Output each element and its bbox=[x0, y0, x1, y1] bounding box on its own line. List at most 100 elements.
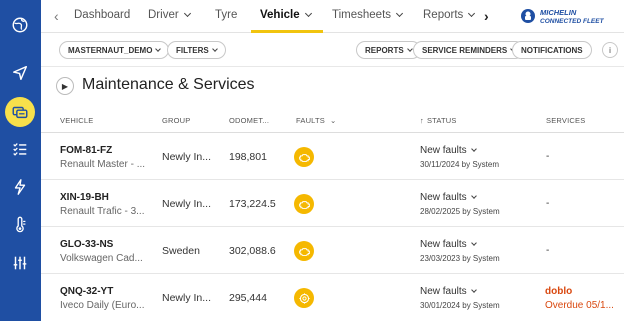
tab-label: Reports bbox=[423, 9, 464, 21]
nav-scroll-left-icon[interactable]: ‹ bbox=[54, 8, 59, 24]
status-date: 28/02/2025 by System bbox=[420, 207, 500, 216]
status-label: New faults bbox=[420, 239, 467, 250]
vehicle-plate[interactable]: XIN-19-BH bbox=[60, 192, 109, 203]
tab-vehicle[interactable]: Vehicle bbox=[260, 9, 312, 21]
checklist-icon[interactable] bbox=[5, 134, 35, 164]
filter-bar: MASTERNAUT_DEMO FILTERS REPORTS SERVICE … bbox=[41, 33, 624, 67]
column-header-vehicle[interactable]: VEHICLE bbox=[60, 116, 94, 125]
lightning-icon[interactable] bbox=[5, 172, 35, 202]
account-label: MASTERNAUT_DEMO bbox=[68, 45, 153, 55]
status-date: 30/01/2024 by System bbox=[420, 301, 500, 310]
tab-reports[interactable]: Reports bbox=[423, 9, 476, 21]
chevron-down-icon bbox=[468, 9, 476, 18]
sidebar bbox=[0, 0, 41, 321]
brand-line2: CONNECTED FLEET bbox=[540, 18, 605, 25]
vehicle-plate[interactable]: FOM-81-FZ bbox=[60, 145, 112, 156]
sort-down-icon: ⌄ bbox=[330, 116, 337, 125]
chevron-right-icon: ▶ bbox=[61, 81, 69, 91]
chevron-down-icon bbox=[470, 240, 477, 246]
status-dropdown[interactable]: New faults bbox=[420, 239, 477, 250]
table-row[interactable]: FOM-81-FZ Renault Master - ... Newly In.… bbox=[41, 133, 624, 180]
odometer-value: 295,444 bbox=[229, 292, 267, 304]
column-header-services[interactable]: SERVICES bbox=[546, 116, 585, 125]
chevron-down-icon bbox=[395, 9, 404, 18]
chevron-down-icon bbox=[211, 46, 218, 52]
status-dropdown[interactable]: New faults bbox=[420, 145, 477, 156]
filters-label: FILTERS bbox=[176, 45, 209, 55]
vehicle-model: Renault Trafic - 3... bbox=[60, 206, 145, 217]
engine-fault-icon[interactable] bbox=[294, 241, 314, 261]
notifications-label: NOTIFICATIONS bbox=[521, 45, 583, 55]
column-header-faults[interactable]: FAULTS ⌄ bbox=[296, 116, 336, 125]
chevron-down-icon bbox=[155, 46, 162, 52]
sort-up-icon: ↑ bbox=[420, 116, 424, 125]
engine-fault-icon[interactable] bbox=[294, 194, 314, 214]
table-header: VEHICLE GROUP ODOMET... FAULTS ⌄ ↑ STATUS … bbox=[41, 108, 624, 133]
notifications-button[interactable]: NOTIFICATIONS bbox=[512, 41, 592, 59]
tab-label: Tyre bbox=[215, 9, 238, 21]
service-overdue-text: Overdue 05/1... bbox=[545, 300, 614, 311]
status-header-label: STATUS bbox=[426, 116, 457, 125]
filters-button[interactable]: FILTERS bbox=[167, 41, 226, 59]
info-icon[interactable]: i bbox=[602, 42, 618, 58]
navigation-arrow-icon[interactable] bbox=[5, 58, 35, 88]
nav-scroll-right-icon[interactable]: › bbox=[484, 8, 489, 24]
engine-fault-icon[interactable] bbox=[294, 147, 314, 167]
column-header-group[interactable]: GROUP bbox=[162, 116, 191, 125]
status-label: New faults bbox=[420, 192, 467, 203]
table-row[interactable]: GLO-33-NS Volkswagen Cad... Sweden 302,0… bbox=[41, 227, 624, 274]
vehicles-icon[interactable] bbox=[5, 97, 35, 127]
chevron-down-icon bbox=[470, 193, 477, 199]
service-reminders-dropdown[interactable]: SERVICE REMINDERS bbox=[413, 41, 525, 59]
table-row[interactable]: QNQ-32-YT Iveco Daily (Euro... Newly In.… bbox=[41, 274, 624, 321]
michelin-connected-fleet-logo: MICHELIN CONNECTED FLEET bbox=[520, 6, 620, 26]
brand-line1: MICHELIN bbox=[540, 8, 577, 17]
status-label: New faults bbox=[420, 145, 467, 156]
chevron-down-icon bbox=[470, 287, 477, 293]
vehicle-model: Volkswagen Cad... bbox=[60, 253, 143, 264]
top-navigation: ‹ Dashboard Driver Tyre Vehicle Timeshee… bbox=[41, 0, 624, 33]
service-reminders-label: SERVICE REMINDERS bbox=[422, 45, 508, 55]
globe-icon[interactable] bbox=[5, 10, 35, 40]
account-selector[interactable]: MASTERNAUT_DEMO bbox=[59, 41, 170, 59]
service-name-link[interactable]: doblo bbox=[545, 286, 572, 297]
tab-label: Timesheets bbox=[332, 9, 392, 21]
vehicle-plate[interactable]: GLO-33-NS bbox=[60, 239, 113, 250]
column-header-odometer[interactable]: ODOMET... bbox=[229, 116, 269, 125]
tab-label: Vehicle bbox=[260, 9, 300, 21]
tab-timesheets[interactable]: Timesheets bbox=[332, 9, 404, 21]
vehicle-group: Newly In... bbox=[162, 198, 212, 210]
vehicle-group: Newly In... bbox=[162, 292, 212, 304]
tab-tyre[interactable]: Tyre bbox=[215, 9, 237, 21]
status-date: 30/11/2024 by System bbox=[420, 160, 500, 169]
sliders-icon[interactable] bbox=[5, 248, 35, 278]
expand-panel-button[interactable]: ▶ bbox=[56, 77, 74, 95]
tab-driver[interactable]: Driver bbox=[148, 9, 191, 21]
vehicle-plate[interactable]: QNQ-32-YT bbox=[60, 286, 113, 297]
vehicle-model: Renault Master - ... bbox=[60, 159, 146, 170]
chevron-down-icon bbox=[304, 9, 312, 18]
chevron-down-icon bbox=[470, 146, 477, 152]
chevron-down-icon bbox=[406, 46, 413, 52]
tab-label: Dashboard bbox=[74, 9, 131, 21]
thermometer-icon[interactable] bbox=[5, 210, 35, 240]
tyre-fault-icon[interactable] bbox=[294, 288, 314, 308]
reports-dropdown[interactable]: REPORTS bbox=[356, 41, 421, 59]
tab-dashboard[interactable]: Dashboard bbox=[74, 9, 130, 21]
status-dropdown[interactable]: New faults bbox=[420, 192, 477, 203]
odometer-value: 173,224.5 bbox=[229, 198, 276, 210]
status-dropdown[interactable]: New faults bbox=[420, 286, 477, 297]
odometer-value: 302,088.6 bbox=[229, 245, 276, 257]
services-value: - bbox=[546, 151, 550, 162]
column-header-status[interactable]: ↑ STATUS bbox=[420, 116, 457, 125]
odometer-value: 198,801 bbox=[229, 151, 267, 163]
services-value: - bbox=[546, 198, 550, 209]
status-label: New faults bbox=[420, 286, 467, 297]
vehicle-model: Iveco Daily (Euro... bbox=[60, 300, 145, 311]
info-glyph: i bbox=[609, 45, 611, 55]
table-row[interactable]: XIN-19-BH Renault Trafic - 3... Newly In… bbox=[41, 180, 624, 227]
vehicle-group: Newly In... bbox=[162, 151, 212, 163]
services-value: - bbox=[546, 245, 550, 256]
tab-label: Driver bbox=[148, 9, 179, 21]
vehicle-group: Sweden bbox=[162, 245, 200, 257]
